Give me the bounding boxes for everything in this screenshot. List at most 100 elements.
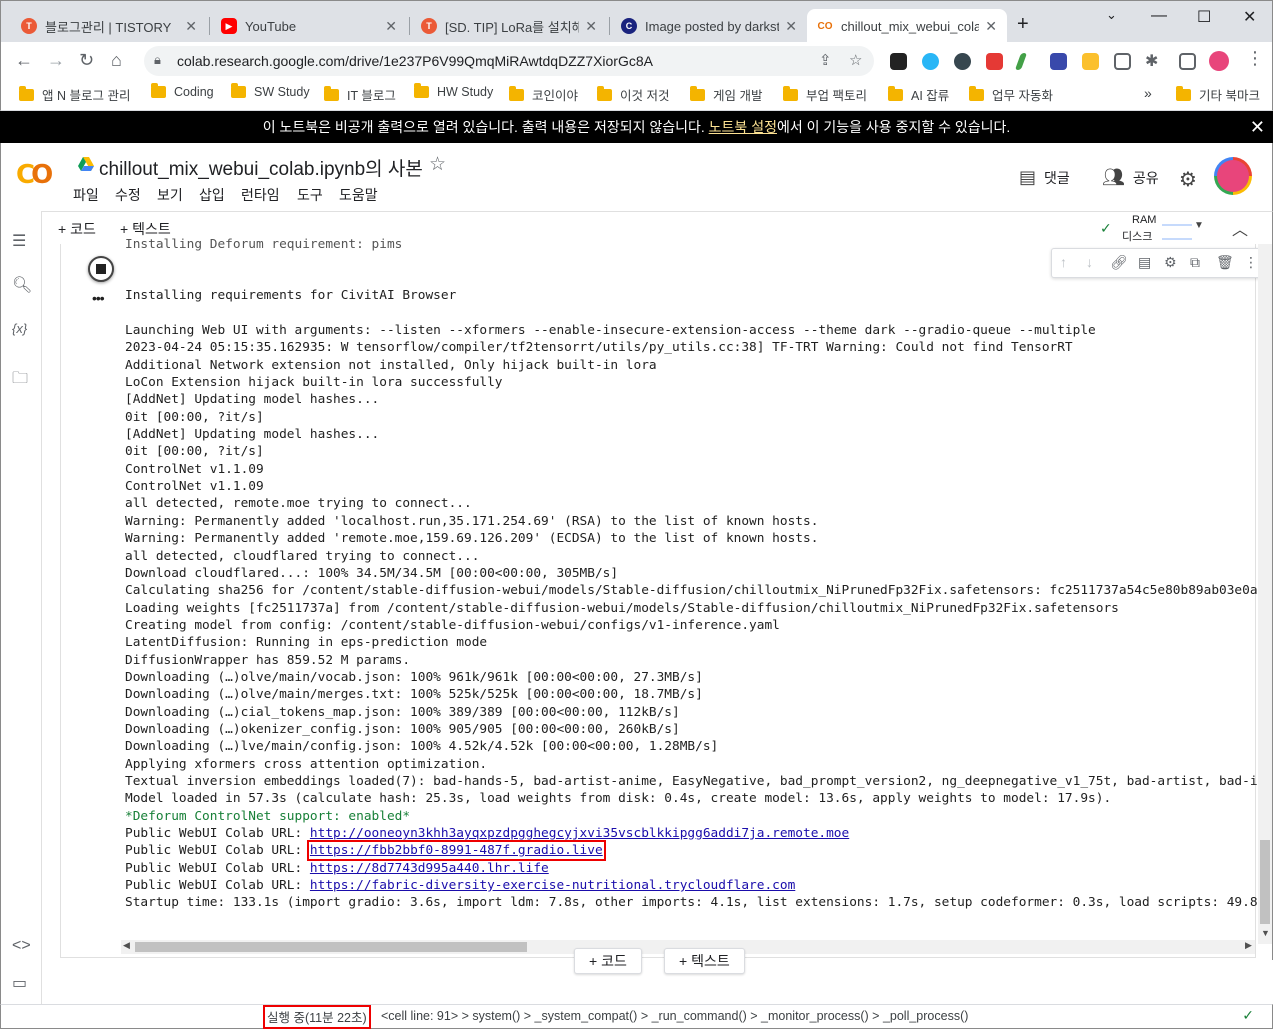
files-folder-icon[interactable]: 🗀 [12,367,28,394]
browser-tab-colab[interactable]: CO chillout_mix_webui_colab ✕ [807,9,1007,43]
scrollbar-thumb[interactable] [135,942,527,952]
account-avatar[interactable] [1214,157,1252,195]
add-code-cell-below-button[interactable]: + 코드 [574,948,642,974]
menu-edit[interactable]: 수정 [115,185,141,205]
menu-view[interactable]: 보기 [157,185,183,205]
stop-execution-button[interactable] [88,256,114,282]
extension-icon[interactable] [922,53,939,70]
add-code-cell-button[interactable]: + 코드 [58,219,96,239]
bookmark-folder[interactable]: 게임 개발 [690,85,762,104]
log-line: LoCon Extension hijack built-in lora suc… [125,375,503,391]
bookmark-folder[interactable]: HW Study [414,83,493,99]
lhr-url-link[interactable]: https://8d7743d995a440.lhr.life [310,861,549,876]
minimize-icon[interactable]: — [1151,7,1167,25]
back-icon[interactable]: ← [15,50,33,71]
bookmark-folder[interactable]: SW Study [231,83,310,99]
bookmark-folder[interactable]: Coding [151,83,214,99]
comment-button[interactable]: ▤ 댓글 [1019,167,1070,188]
execution-status[interactable]: 실행 중(11분 22초) [263,1005,371,1029]
reload-icon[interactable]: ↻ [79,50,94,71]
browser-tab-youtube[interactable]: ▶ YouTube ✕ [211,9,407,43]
extension-icon[interactable] [1082,53,1099,70]
browser-tab-lora[interactable]: T [SD. TIP] LoRa를 설치해보 ✕ [411,9,607,43]
menu-insert[interactable]: 삽입 [199,185,225,205]
tab-search-icon[interactable]: ⌄ [1106,7,1117,23]
bookmark-folder[interactable]: 코인이야 [509,85,578,104]
new-tab-button[interactable]: + [1017,13,1029,36]
bookmark-folder[interactable]: IT 블로그 [324,85,396,104]
search-icon[interactable]: 🔍︎ [12,275,32,295]
log-line: Startup time: 133.1s (import gradio: 3.6… [125,895,1259,911]
close-tab-icon[interactable]: ✕ [185,18,197,35]
close-tab-icon[interactable]: ✕ [785,18,797,35]
scroll-right-arrow-icon[interactable]: ▶ [1245,940,1252,951]
scrollbar-thumb[interactable] [1260,840,1270,924]
profile-avatar[interactable] [1209,51,1229,71]
url-line: Public WebUI Colab URL: http://ooneoyn3k… [125,825,1259,842]
bookmarks-overflow-button[interactable]: » [1144,85,1152,101]
dropdown-arrow-icon[interactable]: ▼ [1194,220,1204,231]
command-palette-icon[interactable]: ▭ [12,973,27,993]
bookmark-folder[interactable]: 앱 N 블로그 관리 [19,85,130,104]
bookmark-star-icon[interactable]: ☆ [849,51,862,69]
close-tab-icon[interactable]: ✕ [985,18,997,35]
bookmark-folder[interactable]: 부업 팩토리 [783,85,867,104]
extension-icon[interactable] [954,53,971,70]
menu-runtime[interactable]: 런타임 [241,185,280,205]
extension-icon[interactable] [1014,53,1028,70]
side-panel-icon[interactable] [1179,53,1196,70]
notice-text-tail: 에서 이 기능을 사용 중지할 수 있습니다. [776,119,1011,135]
tab-divider [609,17,610,35]
settings-button[interactable]: ⚙ [1179,167,1205,192]
bookmark-folder[interactable]: 이것 저것 [597,85,669,104]
log-line: all detected, remote.moe trying to conne… [125,496,472,512]
status-bar: 실행 중(11분 22초) <cell line: 91> > system()… [0,1004,1273,1029]
extensions-puzzle-icon[interactable]: ✱ [1145,51,1158,71]
output-menu-icon[interactable]: ••• [92,290,105,306]
close-tab-icon[interactable]: ✕ [385,18,397,35]
browser-tab-tistory[interactable]: T 블로그관리 | TISTORY ✕ [11,9,207,43]
vertical-scrollbar[interactable]: ▼ [1258,244,1272,944]
other-bookmarks-folder[interactable]: 기타 북마크 [1176,85,1260,104]
menu-file[interactable]: 파일 [73,185,99,205]
share-page-icon[interactable]: ⇪ [819,51,832,69]
notebook-title[interactable]: chillout_mix_webui_colab.ipynb의 사본 [99,154,423,181]
browser-tab-image[interactable]: C Image posted by darkstor ✕ [611,9,807,43]
menu-help[interactable]: 도움말 [339,185,378,205]
extension-icon[interactable] [1114,53,1131,70]
code-snippets-icon[interactable]: <> [12,937,31,955]
tistory-favicon-icon: T [21,18,37,34]
remote-moe-url-link[interactable]: http://ooneoyn3khh3ayqxpzdpgghegcyjxvi35… [310,826,849,841]
menu-tools[interactable]: 도구 [297,185,323,205]
address-bar[interactable]: 🔒︎ colab.research.google.com/drive/1e237… [144,46,874,76]
cloudflare-url-link[interactable]: https://fabric-diversity-exercise-nutrit… [310,878,795,893]
folder-icon [151,83,166,98]
add-text-cell-below-button[interactable]: + 텍스트 [664,948,745,974]
extension-icon[interactable] [1050,53,1067,70]
maximize-icon[interactable]: ☐ [1197,7,1211,27]
colab-logo[interactable]: CO [16,160,53,190]
star-icon[interactable]: ☆ [429,153,446,176]
variables-icon[interactable]: {x} [12,321,27,336]
gradio-url-link[interactable]: https://fbb2bbf0-8991-487f.gradio.live [306,840,606,862]
forward-icon[interactable]: → [47,50,65,71]
address-url[interactable]: colab.research.google.com/drive/1e237P6V… [177,53,653,69]
share-button[interactable]: 👥︎ 공유 [1102,167,1159,188]
table-of-contents-icon[interactable]: ☰ [12,231,26,251]
bookmark-folder[interactable]: 업무 자동화 [969,85,1053,104]
home-icon[interactable]: ⌂ [111,50,122,71]
notebook-settings-link[interactable]: 노트북 설정 [709,119,777,135]
more-menu-icon[interactable]: ⋮ [1246,48,1264,69]
folder-icon [414,83,429,98]
share-label: 공유 [1132,169,1159,186]
close-window-icon[interactable]: ✕ [1243,7,1256,27]
scroll-left-arrow-icon[interactable]: ◀ [123,940,130,951]
left-sidebar: ☰ 🔍︎ {x} 🗀 <> ▭ [0,211,42,1004]
close-notice-icon[interactable]: ✕ [1250,111,1265,143]
extension-icon[interactable] [890,53,907,70]
close-tab-icon[interactable]: ✕ [585,18,597,35]
bookmark-folder[interactable]: AI 잡류 [888,85,949,104]
extension-icon[interactable] [986,53,1003,70]
scroll-down-arrow-icon[interactable]: ▼ [1261,928,1270,938]
